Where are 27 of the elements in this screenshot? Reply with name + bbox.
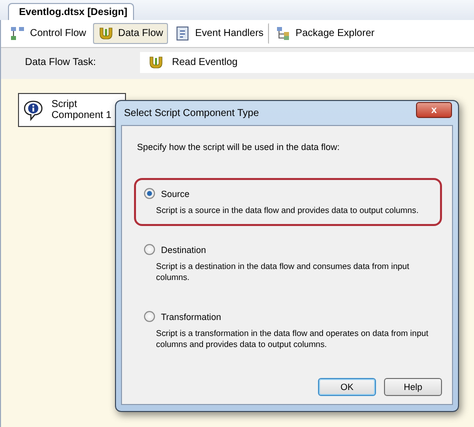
designer-tab[interactable]: Data Flow — [93, 23, 168, 44]
option-label[interactable]: Source — [161, 188, 190, 198]
dialog-title: Select Script Component Type — [124, 108, 259, 118]
document-tab[interactable]: Eventlog.dtsx [Design] — [8, 3, 134, 20]
diagram-icon — [276, 26, 291, 41]
dialog-button[interactable]: Help — [384, 378, 442, 396]
task-label: Data Flow Task: — [25, 57, 97, 68]
option-description: Script is a transformation in the data flow and operates on data from input columns and provides data to output columns. — [156, 328, 430, 350]
option-description: Script is a destination in the data flow and consumes data from input columns. — [156, 261, 410, 283]
close-button[interactable]: x — [416, 102, 452, 118]
option-label[interactable]: Transformation — [161, 312, 222, 322]
radio-button[interactable] — [144, 311, 155, 322]
designer-tab[interactable]: Event Handlers — [170, 23, 269, 44]
diagram-icon — [10, 26, 25, 41]
radio-button[interactable] — [144, 188, 155, 199]
flow-icon — [148, 55, 164, 70]
script-component-node[interactable]: Script Component 1 — [18, 93, 126, 127]
flow-icon — [98, 26, 114, 41]
document-icon — [175, 26, 190, 41]
dialog-button[interactable]: OK — [318, 378, 376, 396]
option-description: Script is a source in the data flow and provides data to output columns. — [156, 205, 420, 216]
prompt-text: Specify how the script will be used in the data flow: — [137, 142, 341, 152]
radio-button[interactable] — [144, 244, 155, 255]
task-selector[interactable]: Read Eventlog — [140, 52, 474, 73]
designer-tab[interactable]: Control Flow — [5, 23, 92, 44]
designer-tab[interactable]: Package Explorer — [270, 23, 380, 44]
option-label[interactable]: Destination — [161, 244, 206, 254]
